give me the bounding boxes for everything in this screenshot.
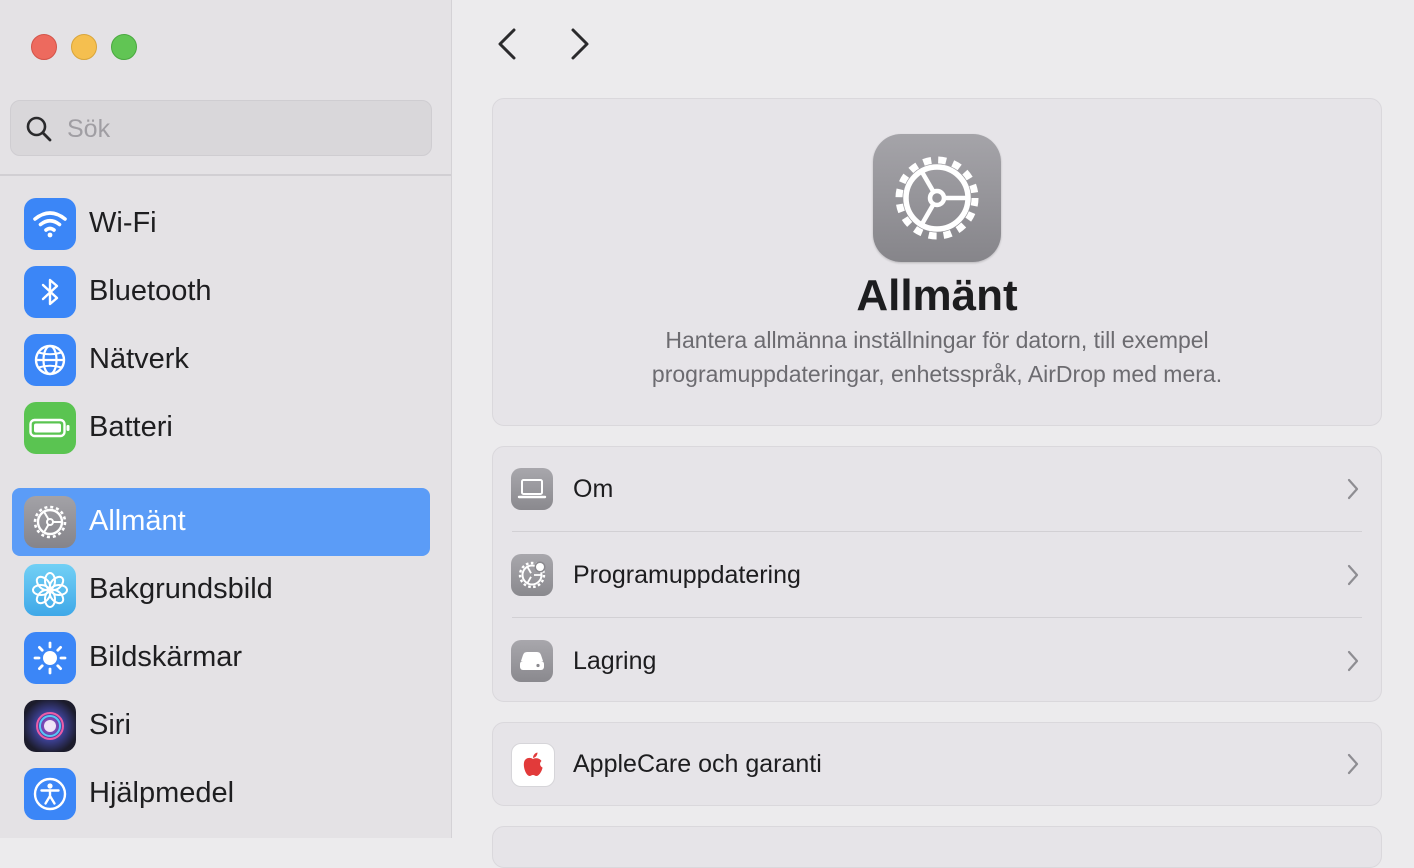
- row-label: Lagring: [573, 647, 657, 675]
- battery-icon: [24, 402, 76, 454]
- gear-icon: [873, 134, 1001, 262]
- row-label: Om: [573, 475, 614, 503]
- bluetooth-icon: [24, 266, 76, 318]
- sidebar-item-label: Batteri: [89, 411, 173, 443]
- software-update-icon: [511, 554, 553, 596]
- row-label: Programuppdatering: [573, 561, 801, 589]
- search-icon: [26, 116, 52, 142]
- chevron-right-icon: [1347, 753, 1359, 775]
- search-field[interactable]: [10, 100, 432, 156]
- sidebar-item-label: Hjälpmedel: [89, 777, 235, 809]
- storage-drive-icon: [511, 640, 553, 682]
- sidebar-item-label: Siri: [89, 709, 131, 741]
- sidebar-item-accessibility[interactable]: Hjälpmedel: [12, 760, 430, 828]
- sidebar-item-wifi[interactable]: Wi-Fi: [12, 190, 430, 258]
- search-input[interactable]: [65, 109, 419, 149]
- row-software-update[interactable]: Programuppdatering: [493, 533, 1381, 617]
- minimize-window-button[interactable]: [71, 34, 97, 60]
- chevron-right-icon: [1347, 564, 1359, 586]
- sidebar-item-wallpaper[interactable]: Bakgrundsbild: [12, 556, 430, 624]
- chevron-left-icon: [498, 28, 516, 60]
- row-about[interactable]: Om: [493, 447, 1381, 531]
- zoom-window-button[interactable]: [111, 34, 137, 60]
- sidebar-item-battery[interactable]: Batteri: [12, 394, 430, 462]
- sidebar-item-label: Wi-Fi: [89, 207, 157, 239]
- general-header-card: Allmänt Hantera allmänna inställningar f…: [492, 98, 1382, 426]
- sidebar-item-displays[interactable]: Bildskärmar: [12, 624, 430, 692]
- settings-group: Om Programuppdatering Lagring: [492, 446, 1382, 702]
- row-applecare[interactable]: AppleCare och garanti: [493, 722, 1381, 806]
- sidebar-item-label: Allmänt: [89, 505, 186, 537]
- gear-icon: [24, 496, 76, 548]
- sidebar-item-label: Bluetooth: [89, 275, 212, 307]
- sidebar-item-label: Bildskärmar: [89, 641, 243, 673]
- page-description-line: Hantera allmänna inställningar för dator…: [665, 327, 1209, 353]
- settings-group: [492, 826, 1382, 868]
- sun-icon: [24, 632, 76, 684]
- chevron-right-icon: [1347, 478, 1359, 500]
- laptop-icon: [511, 468, 553, 510]
- close-window-button[interactable]: [31, 34, 57, 60]
- sidebar-item-general[interactable]: Allmänt: [12, 488, 430, 556]
- row-divider: [512, 617, 1362, 618]
- settings-group: AppleCare och garanti: [492, 722, 1382, 806]
- page-description-line: programuppdateringar, enhetsspråk, AirDr…: [651, 361, 1223, 387]
- row-divider: [512, 531, 1362, 532]
- sidebar-item-label: Bakgrundsbild: [89, 573, 273, 605]
- apple-logo-icon: [511, 743, 555, 787]
- sidebar-item-bluetooth[interactable]: Bluetooth: [12, 258, 430, 326]
- sidebar-divider: [0, 174, 451, 176]
- accessibility-icon: [24, 768, 76, 820]
- wifi-icon: [24, 198, 76, 250]
- page-title: Allmänt: [856, 271, 1018, 320]
- siri-icon: [24, 700, 76, 752]
- forward-button[interactable]: [560, 24, 600, 64]
- row-storage[interactable]: Lagring: [493, 619, 1381, 703]
- sidebar-item-siri[interactable]: Siri: [12, 692, 430, 760]
- sidebar-item-network[interactable]: Nätverk: [12, 326, 430, 394]
- sidebar: Wi-Fi Bluetooth Nätverk: [0, 0, 452, 838]
- flower-icon: [24, 564, 76, 616]
- back-button[interactable]: [488, 24, 528, 64]
- sidebar-item-label: Nätverk: [89, 343, 189, 375]
- chevron-right-icon: [571, 28, 589, 60]
- page-description: Hantera allmänna inställningar för dator…: [593, 323, 1281, 391]
- globe-icon: [24, 334, 76, 386]
- row-label: AppleCare och garanti: [573, 750, 822, 778]
- chevron-right-icon: [1347, 650, 1359, 672]
